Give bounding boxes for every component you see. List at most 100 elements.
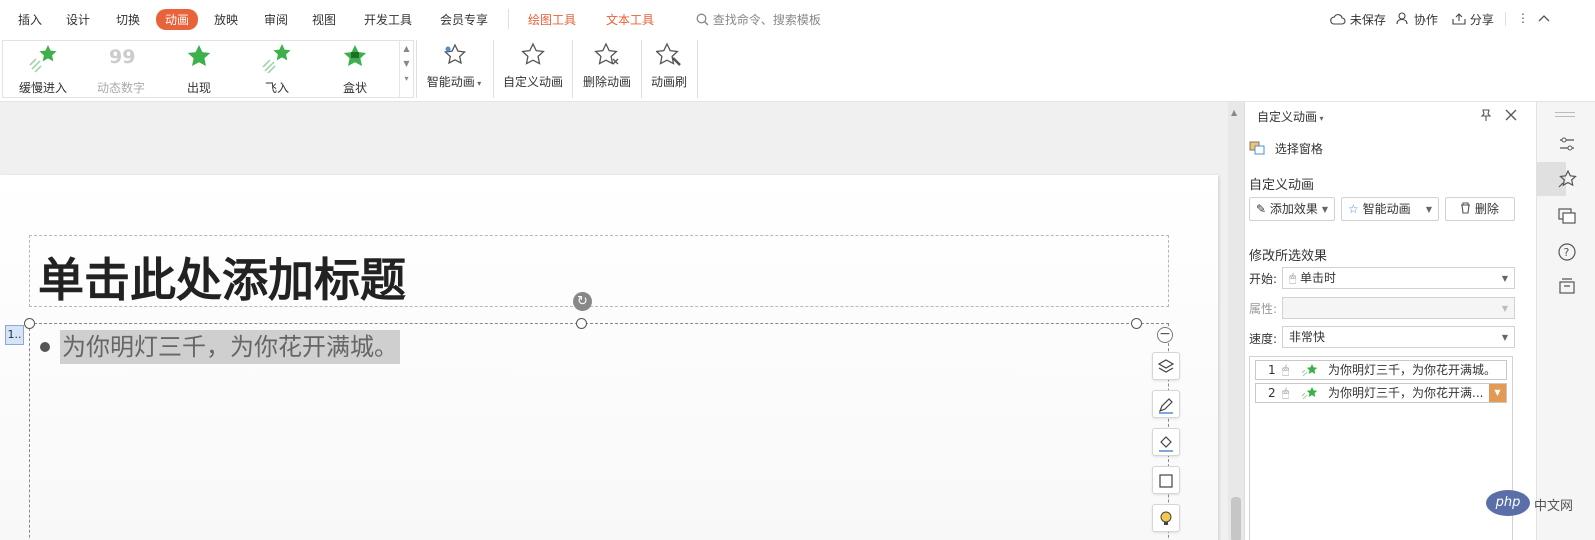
animation-list[interactable]: 1 🖱 为你明灯三千，为你花开满城。 2 🖱 为你明灯三千，为你花开满... ▼ <box>1249 356 1513 540</box>
menu-design[interactable]: 设计 <box>66 11 90 28</box>
app-window: 插入 设计 切换 动画 放映 审阅 视图 开发工具 会员专享 绘图工具 文本工具… <box>0 0 1595 540</box>
rail-grip <box>1555 116 1575 117</box>
custom-animation-panel: 自定义动画 ▾ 选择窗格 自定义动画 ✎ 添加效果 ▼ ☆ 智能动画 ▼ 删除 … <box>1244 102 1536 540</box>
gallery-up-icon[interactable]: ▲ <box>400 44 413 53</box>
collapse-ribbon-icon[interactable] <box>1538 11 1550 25</box>
resize-handle[interactable] <box>24 318 35 329</box>
speed-select[interactable]: 非常快 ▼ <box>1282 326 1515 348</box>
menu-bar: 插入 设计 切换 动画 放映 审阅 视图 开发工具 会员专享 绘图工具 文本工具… <box>0 0 1595 38</box>
menu-review[interactable]: 审阅 <box>264 11 288 28</box>
select-pane-icon <box>1249 141 1265 155</box>
menu-member[interactable]: 会员专享 <box>440 11 488 28</box>
chevron-down-icon[interactable]: ▼ <box>1489 384 1506 402</box>
share-button[interactable]: 分享 <box>1452 11 1494 28</box>
menu-drawing-tools[interactable]: 绘图工具 <box>528 11 576 28</box>
close-icon[interactable] <box>1505 109 1517 121</box>
collaborate-button[interactable]: 协作 <box>1396 11 1438 28</box>
gallery-label: 出现 <box>186 81 211 95</box>
chevron-down-icon: ▼ <box>1501 304 1508 313</box>
slide-title[interactable]: 单击此处添加标题 <box>38 244 406 310</box>
gallery-fly-in[interactable]: 飞入 <box>237 43 317 97</box>
animation-star-icon[interactable] <box>1557 169 1577 189</box>
start-label: 开始: <box>1249 272 1278 286</box>
fill-tool[interactable] <box>1152 428 1180 456</box>
star-icon <box>187 45 211 66</box>
number-icon: 99 <box>109 46 135 68</box>
command-search[interactable]: 查找命令、搜索模板 <box>696 11 821 28</box>
menu-animation[interactable]: 动画 <box>156 9 199 30</box>
section-modify-effect: 修改所选效果 <box>1249 249 1328 264</box>
gallery-label: 飞入 <box>264 81 289 95</box>
pin-icon[interactable] <box>1479 108 1493 122</box>
collaborate-label: 协作 <box>1413 13 1438 27</box>
menu-view[interactable]: 视图 <box>312 11 336 28</box>
star-motion-icon <box>1302 364 1318 377</box>
menu-insert[interactable]: 插入 <box>18 11 42 28</box>
gallery-down-icon[interactable]: ▼ <box>400 59 413 68</box>
ribbon-divider <box>493 40 494 98</box>
menu-slideshow[interactable]: 放映 <box>214 11 238 28</box>
mouse-icon: 🖱 <box>1289 271 1297 285</box>
animation-order-tag[interactable]: 1.. <box>5 325 24 345</box>
layers-tool[interactable] <box>1152 352 1180 380</box>
archive-icon[interactable] <box>1557 276 1577 296</box>
paint-bucket-icon <box>1159 436 1173 452</box>
more-options-icon[interactable]: ⋮ <box>1517 11 1529 25</box>
gallery-slow-enter[interactable]: 缓慢进入 <box>3 43 83 97</box>
gallery-expand-icon[interactable]: ▾ <box>400 74 413 83</box>
select-pane-button[interactable]: 选择窗格 <box>1249 140 1323 157</box>
animation-order: 1 <box>1268 363 1276 377</box>
rotate-handle-icon[interactable]: ↻ <box>573 292 592 311</box>
panel-header[interactable]: 自定义动画 ▾ <box>1257 108 1324 125</box>
ribbon-divider <box>416 40 417 98</box>
scroll-up-icon[interactable]: ▲ <box>1231 108 1237 117</box>
start-select[interactable]: 🖱 单击时 ▼ <box>1282 267 1515 289</box>
resize-handle[interactable] <box>576 318 587 329</box>
command-search-placeholder: 查找命令、搜索模板 <box>712 13 821 27</box>
share-icon <box>1452 13 1466 25</box>
gallery-scroll[interactable]: ▲ ▼ ▾ <box>399 41 413 97</box>
svg-text:99: 99 <box>109 46 135 68</box>
scrollbar-thumb[interactable] <box>1231 497 1241 540</box>
add-effect-label: 添加效果 <box>1269 202 1318 216</box>
body-placeholder[interactable]: 为你明灯三千，为你花开满城。 <box>29 323 1169 540</box>
slide[interactable]: 单击此处添加标题 ↻ 1.. 为你明灯三千，为你花开满城。 <box>0 175 1218 540</box>
delete-animation-button[interactable]: 删除动画 <box>578 42 636 98</box>
adjust-icon[interactable] <box>1557 134 1577 154</box>
add-effect-button[interactable]: ✎ 添加效果 ▼ <box>1249 197 1335 221</box>
body-text-selected[interactable]: 为你明灯三千，为你花开满城。 <box>60 330 400 364</box>
gallery-dynamic-number[interactable]: 99 动态数字 <box>81 43 161 97</box>
panel-delete-button[interactable]: 删除 <box>1445 197 1515 221</box>
resize-handle[interactable] <box>1131 318 1142 329</box>
user-add-icon <box>1396 12 1408 25</box>
animation-brush-button[interactable]: 动画刷 <box>646 42 692 98</box>
side-rail: ? <box>1536 102 1595 540</box>
panel-delete-label: 删除 <box>1474 202 1499 216</box>
border-tool[interactable] <box>1152 466 1180 494</box>
animation-brush-label: 动画刷 <box>650 75 687 89</box>
idea-tool[interactable] <box>1152 504 1180 532</box>
menu-developer[interactable]: 开发工具 <box>364 11 412 28</box>
custom-animation-label: 自定义动画 <box>502 75 563 89</box>
canvas-scrollbar[interactable]: ▲ <box>1228 102 1244 540</box>
title-placeholder[interactable]: 单击此处添加标题 <box>29 235 1169 307</box>
slide-canvas[interactable]: 单击此处添加标题 ↻ 1.. 为你明灯三千，为你花开满城。 − <box>0 102 1228 540</box>
animation-list-item[interactable]: 1 🖱 为你明灯三千，为你花开满城。 <box>1255 360 1507 380</box>
menu-transition[interactable]: 切换 <box>116 11 140 28</box>
unsaved-button[interactable]: 未保存 <box>1330 11 1386 28</box>
help-icon[interactable]: ? <box>1557 242 1577 262</box>
panel-header-label: 自定义动画 <box>1257 110 1318 124</box>
pen-tool[interactable] <box>1152 390 1180 418</box>
transition-icon[interactable] <box>1557 206 1577 226</box>
gallery-appear[interactable]: 出现 <box>159 43 239 97</box>
animation-list-item-selected[interactable]: 2 🖱 为你明灯三千，为你花开满... ▼ <box>1255 383 1507 403</box>
zoom-out-icon[interactable]: − <box>1157 327 1173 343</box>
trash-icon <box>1461 202 1470 214</box>
smart-animation-button[interactable]: 智能动画 ▾ <box>422 42 486 98</box>
menu-text-tools[interactable]: 文本工具 <box>606 11 654 28</box>
custom-animation-button[interactable]: 自定义动画 <box>500 42 566 98</box>
property-label: 属性: <box>1249 302 1278 316</box>
panel-smart-animation-button[interactable]: ☆ 智能动画 ▼ <box>1341 197 1439 221</box>
watermark-php: php <box>1486 490 1530 516</box>
gallery-box[interactable]: 盒状 <box>315 43 395 97</box>
